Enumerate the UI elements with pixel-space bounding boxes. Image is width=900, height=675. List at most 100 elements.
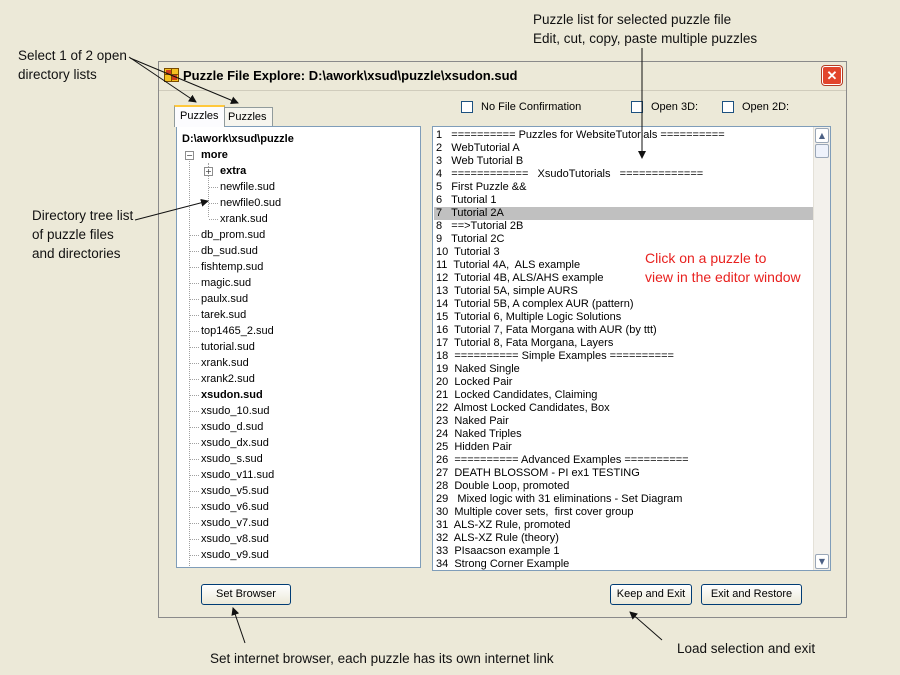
annotation-line: Directory tree list: [32, 208, 134, 223]
tab-puzzles-1[interactable]: Puzzles: [174, 105, 225, 127]
tree-folder-more[interactable]: more: [201, 147, 228, 163]
window-title: Puzzle File Explore: D:\awork\xsud\puzzl…: [183, 68, 518, 83]
checkbox-label: Open 2D:: [742, 101, 790, 113]
no-file-confirmation-checkbox[interactable]: No File Confirmation: [461, 101, 581, 113]
tree-file-item[interactable]: tutorial.sud: [201, 339, 255, 355]
puzzle-list-item[interactable]: 17 Tutorial 8, Fata Morgana, Layers: [434, 337, 813, 350]
puzzle-list-item[interactable]: 4 ============ XsudoTutorials ==========…: [434, 168, 813, 181]
tree-expand-icon[interactable]: +: [204, 167, 213, 176]
tree-line: [190, 363, 199, 364]
tree-file-item[interactable]: xsudo_10.sud: [201, 403, 270, 419]
puzzle-list-item[interactable]: 20 Locked Pair: [434, 376, 813, 389]
tree-file-item[interactable]: xsudo_v9.sud: [201, 547, 269, 563]
puzzle-list-item[interactable]: 1 ========== Puzzles for WebsiteTutorial…: [434, 129, 813, 142]
puzzle-list-item[interactable]: 27 DEATH BLOSSOM - PI ex1 TESTING: [434, 467, 813, 480]
checkbox-box[interactable]: [722, 101, 734, 113]
puzzle-list-item[interactable]: 23 Naked Pair: [434, 415, 813, 428]
puzzle-list-item[interactable]: 32 ALS-XZ Rule (theory): [434, 532, 813, 545]
tree-collapse-icon[interactable]: −: [185, 151, 194, 160]
annotation-line: Click on a puzzle to: [645, 250, 767, 266]
puzzle-list-item[interactable]: 8 ==>Tutorial 2B: [434, 220, 813, 233]
puzzle-list-item[interactable]: 24 Naked Triples: [434, 428, 813, 441]
tree-line: [190, 475, 199, 476]
tree-file-item[interactable]: top1465_2.sud: [201, 323, 274, 339]
keep-and-exit-button[interactable]: Keep and Exit: [610, 584, 692, 605]
tree-line: [209, 187, 218, 188]
tree-file-item[interactable]: tarek.sud: [201, 307, 246, 323]
annotation-line: Puzzle list for selected puzzle file: [533, 12, 732, 27]
tree-line: [190, 523, 199, 524]
puzzle-list-item[interactable]: 19 Naked Single: [434, 363, 813, 376]
tree-file-item[interactable]: xrank.sud: [201, 355, 249, 371]
tree-line: [190, 299, 199, 300]
tree-file-item[interactable]: xsudo_v11.sud: [201, 467, 274, 483]
tree-file-item[interactable]: xsudo_s.sud: [201, 451, 263, 467]
scroll-up-icon[interactable]: ▲: [815, 128, 829, 143]
tree-file-item[interactable]: db_sud.sud: [201, 243, 258, 259]
puzzle-list-item[interactable]: 34 Strong Corner Example: [434, 558, 813, 570]
title-bar[interactable]: Puzzle File Explore: D:\awork\xsud\puzzl…: [159, 62, 846, 91]
puzzle-list-item[interactable]: 9 Tutorial 2C: [434, 233, 813, 246]
tree-file-item[interactable]: xsudo_v5.sud: [201, 483, 269, 499]
tree-file-item[interactable]: magic.sud: [201, 275, 251, 291]
puzzle-list-item[interactable]: 21 Locked Candidates, Claiming: [434, 389, 813, 402]
puzzle-list-item[interactable]: 30 Multiple cover sets, first cover grou…: [434, 506, 813, 519]
puzzle-list-item[interactable]: 18 ========== Simple Examples ==========: [434, 350, 813, 363]
tree-line: [190, 459, 199, 460]
puzzle-list-item[interactable]: 29 Mixed logic with 31 eliminations - Se…: [434, 493, 813, 506]
tree-file-item[interactable]: paulx.sud: [201, 291, 248, 307]
tab-puzzles-2[interactable]: Puzzles: [222, 107, 273, 127]
list-scrollbar[interactable]: ▲ ▼: [813, 127, 830, 570]
checkbox-box[interactable]: [631, 101, 643, 113]
puzzle-list-item[interactable]: 16 Tutorial 7, Fata Morgana with AUR (by…: [434, 324, 813, 337]
puzzle-list-item[interactable]: 2 WebTutorial A: [434, 142, 813, 155]
puzzle-list[interactable]: 1 ========== Puzzles for WebsiteTutorial…: [432, 126, 831, 571]
puzzle-list-item[interactable]: 28 Double Loop, promoted: [434, 480, 813, 493]
puzzle-list-item[interactable]: 6 Tutorial 1: [434, 194, 813, 207]
tree-file-item[interactable]: xrank.sud: [220, 211, 268, 227]
close-icon[interactable]: ✕: [822, 66, 842, 85]
tree-line: [190, 443, 199, 444]
puzzle-list-item[interactable]: 14 Tutorial 5B, A complex AUR (pattern): [434, 298, 813, 311]
open-3d-checkbox[interactable]: Open 3D:: [631, 101, 698, 113]
tree-line: [190, 539, 199, 540]
scroll-down-icon[interactable]: ▼: [815, 554, 829, 569]
tree-file-item[interactable]: xrank2.sud: [201, 371, 255, 387]
puzzle-list-item[interactable]: 5 First Puzzle &&: [434, 181, 813, 194]
set-browser-button[interactable]: Set Browser: [201, 584, 291, 605]
puzzle-list-item[interactable]: 26 ========== Advanced Examples ========…: [434, 454, 813, 467]
tree-file-item-selected[interactable]: xsudon.sud: [201, 387, 263, 403]
tree-line: [190, 411, 199, 412]
tree-line: [190, 315, 199, 316]
tree-root[interactable]: D:\awork\xsud\puzzle: [182, 131, 294, 147]
tree-file-item[interactable]: xsudo_d.sud: [201, 419, 263, 435]
tree-file-item[interactable]: xsudo_v8.sud: [201, 531, 269, 547]
tree-folder-extra[interactable]: extra: [220, 163, 246, 179]
puzzle-list-item[interactable]: 22 Almost Locked Candidates, Box: [434, 402, 813, 415]
annotation-browser-note: Set internet browser, each puzzle has it…: [210, 651, 554, 666]
open-2d-checkbox[interactable]: Open 2D:: [722, 101, 789, 113]
checkbox-box[interactable]: [461, 101, 473, 113]
puzzle-list-item[interactable]: 25 Hidden Pair: [434, 441, 813, 454]
puzzle-list-item[interactable]: 31 ALS-XZ Rule, promoted: [434, 519, 813, 532]
scroll-thumb[interactable]: [815, 144, 829, 158]
tree-file-item[interactable]: db_prom.sud: [201, 227, 265, 243]
tree-file-item[interactable]: fishtemp.sud: [201, 259, 263, 275]
puzzle-list-item[interactable]: 3 Web Tutorial B: [434, 155, 813, 168]
directory-tree[interactable]: D:\awork\xsud\puzzle − more + extra newf…: [176, 126, 421, 568]
annotation-click-note: Click on a puzzle to view in the editor …: [645, 249, 801, 287]
checkbox-label: Open 3D:: [651, 101, 699, 113]
puzzle-list-item[interactable]: 33 PIsaacson example 1: [434, 545, 813, 558]
tree-file-item[interactable]: xsudo_v6.sud: [201, 499, 269, 515]
tree-file-item[interactable]: xsudo_v7.sud: [201, 515, 269, 531]
tree-line: [209, 203, 218, 204]
tree-file-item[interactable]: newfile0.sud: [220, 195, 281, 211]
tree-line: [190, 491, 199, 492]
puzzle-list-item-selected[interactable]: 7 Tutorial 2A: [434, 207, 813, 220]
puzzle-file-explore-window: Puzzle File Explore: D:\awork\xsud\puzzl…: [158, 61, 847, 618]
checkbox-label: No File Confirmation: [481, 101, 582, 113]
tree-file-item[interactable]: xsudo_dx.sud: [201, 435, 269, 451]
exit-and-restore-button[interactable]: Exit and Restore: [701, 584, 802, 605]
puzzle-list-item[interactable]: 15 Tutorial 6, Multiple Logic Solutions: [434, 311, 813, 324]
tree-file-item[interactable]: newfile.sud: [220, 179, 275, 195]
